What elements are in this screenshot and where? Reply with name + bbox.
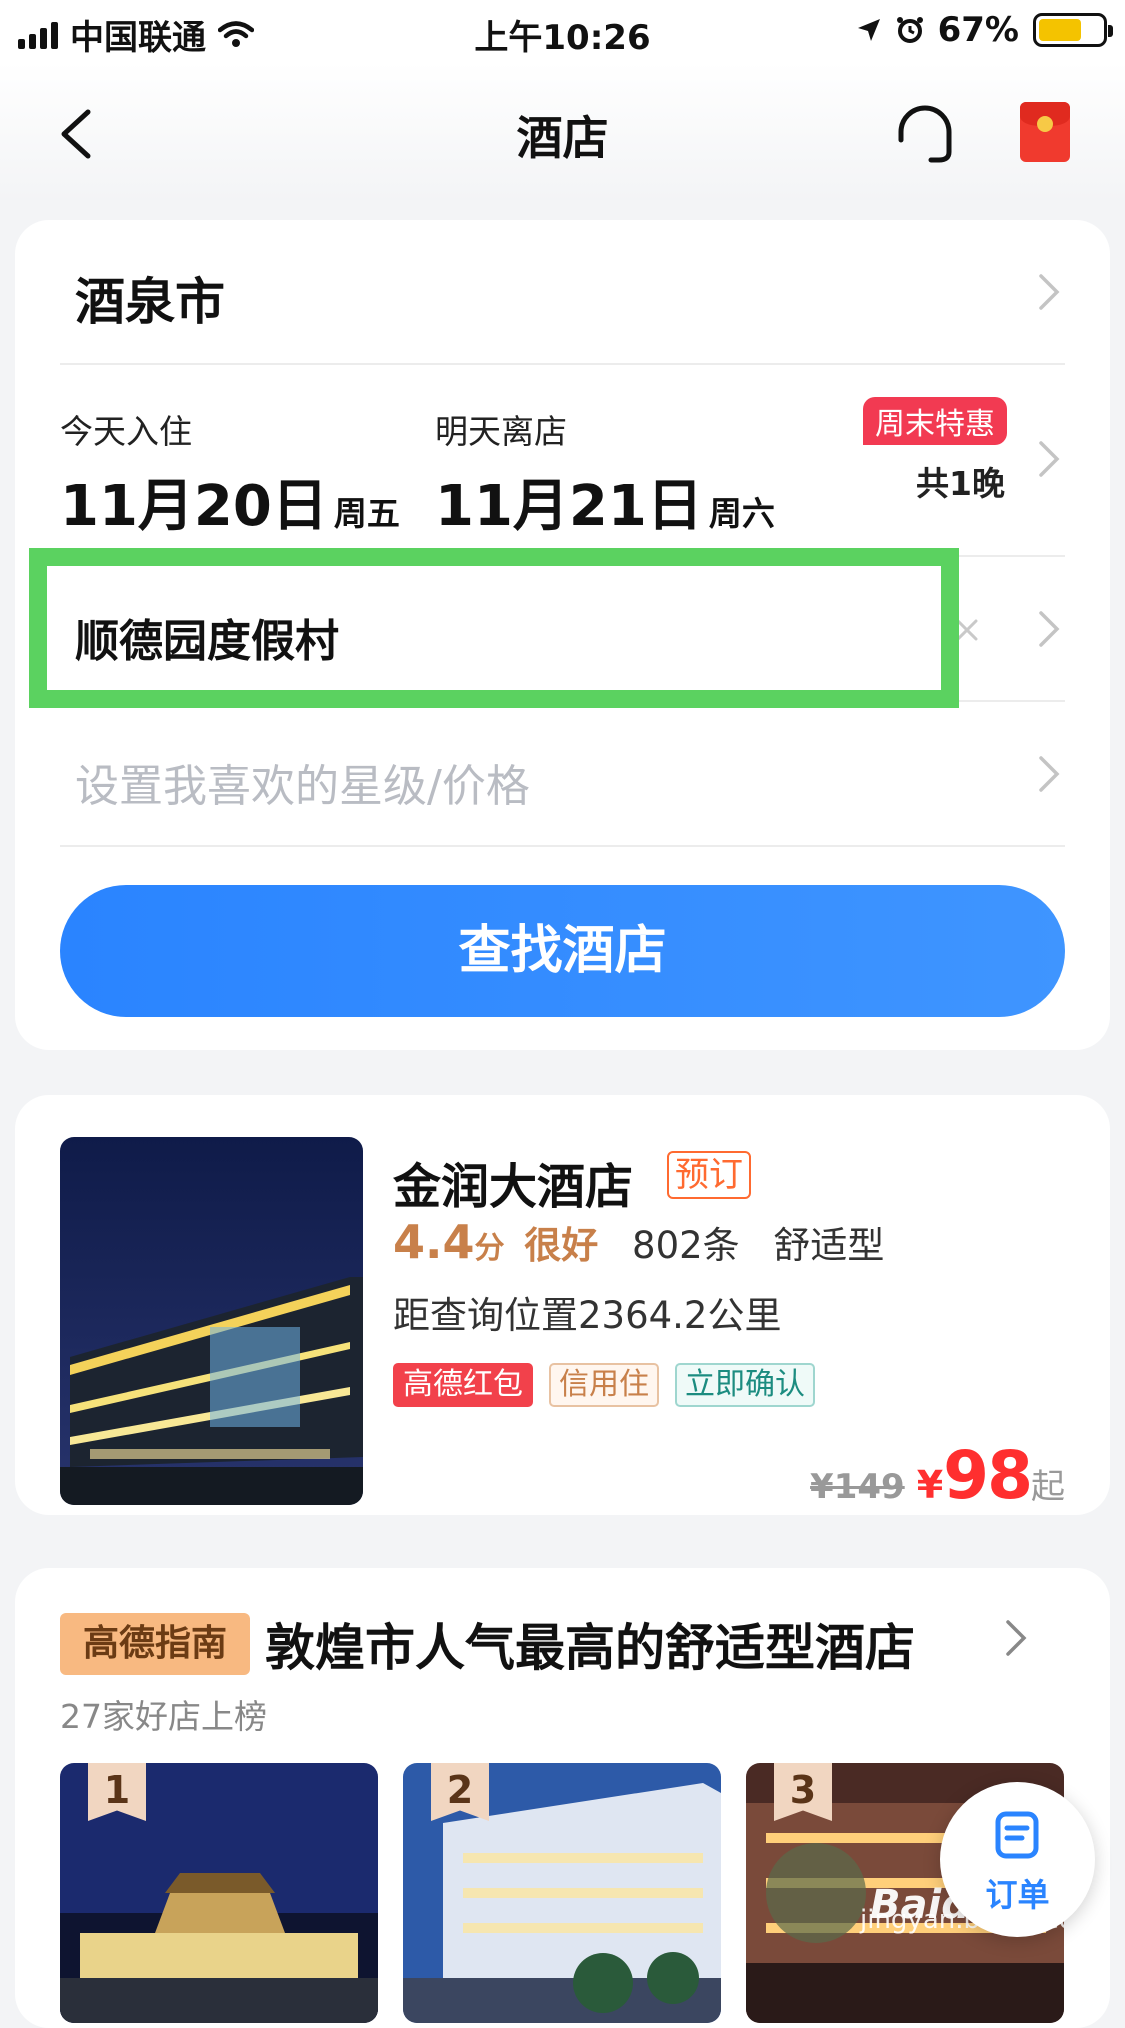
order-icon xyxy=(995,1811,1039,1859)
hotel-name: 金润大酒店 xyxy=(393,1159,634,1215)
chevron-right-icon xyxy=(1039,274,1060,310)
tag-red-packet: 高德红包 xyxy=(393,1363,533,1407)
location-arrow-icon xyxy=(857,19,880,41)
battery-icon xyxy=(1033,13,1113,47)
preference-placeholder: 设置我喜欢的星级/价格 xyxy=(75,761,530,812)
order-button[interactable]: 订单 xyxy=(940,1782,1095,1937)
checkin-label: 今天入住 xyxy=(60,412,192,451)
hotel-distance: 距查询位置2364.2公里 xyxy=(393,1294,782,1337)
highlight-box xyxy=(29,548,959,708)
city-selector[interactable]: 酒泉市 xyxy=(60,220,1065,365)
book-tag: 预订 xyxy=(667,1151,751,1199)
date-selector[interactable]: 今天入住 11月20日 周五 明天离店 11月21日 周六 周末特惠 共1晚 xyxy=(60,365,1065,557)
price-symbol: ¥ xyxy=(916,1463,944,1507)
price-suffix: 起 xyxy=(1031,1467,1065,1507)
ranked-hotel-card[interactable]: 2 xyxy=(403,1763,721,2023)
checkin-block[interactable]: 今天入住 11月20日 周五 xyxy=(60,405,400,542)
chevron-right-icon[interactable] xyxy=(1000,1616,1030,1660)
alarm-icon xyxy=(896,17,923,43)
status-bar: 中国联通 上午10:26 67% xyxy=(0,0,1125,62)
order-label: 订单 xyxy=(985,1876,1050,1914)
checkin-weekday: 周五 xyxy=(333,494,400,533)
rating-line: 4.4分 很好 802条 舒适型 xyxy=(393,1215,884,1269)
chevron-right-icon xyxy=(1039,611,1060,647)
ranked-hotel-card[interactable]: 1 xyxy=(60,1763,378,2023)
nights-count: 共1晚 xyxy=(916,464,1005,503)
red-packet-icon[interactable] xyxy=(1020,102,1070,162)
amap-guide-logo: 高德指南 xyxy=(60,1613,250,1675)
weekend-promo-badge: 周末特惠 xyxy=(863,397,1007,445)
search-hotel-button[interactable]: 查找酒店 xyxy=(60,885,1065,1017)
hotel-photo[interactable] xyxy=(60,1137,363,1505)
preference-selector[interactable]: 设置我喜欢的星级/价格 xyxy=(60,702,1065,847)
rating-word: 很好 xyxy=(524,1224,599,1267)
checkout-weekday: 周六 xyxy=(708,494,775,533)
nav-bar: 酒店 xyxy=(0,62,1125,202)
page-title: 酒店 xyxy=(516,111,609,165)
hotel-tags: 高德红包 信用住 立即确认 xyxy=(393,1363,815,1407)
current-price: 98 xyxy=(943,1437,1033,1514)
guide-title[interactable]: 敦煌市人气最高的舒适型酒店 xyxy=(265,1608,915,1680)
customer-service-icon[interactable] xyxy=(895,102,955,166)
hotel-price: ¥149 ¥98起 xyxy=(810,1437,1065,1514)
checkin-date: 11月20日 周五 xyxy=(60,474,400,539)
hotel-list-item[interactable]: 金润大酒店 预订 4.4分 很好 802条 舒适型 距查询位置2364.2公里 … xyxy=(15,1095,1110,1515)
guide-section: 高德指南 敦煌市人气最高的舒适型酒店 27家好店上榜 1 2 3 xyxy=(15,1568,1110,2028)
checkout-date: 11月21日 周六 xyxy=(435,474,775,539)
battery-percent: 67% xyxy=(937,10,1019,50)
city-name: 酒泉市 xyxy=(75,273,225,331)
hotel-category: 舒适型 xyxy=(773,1224,885,1267)
tag-instant-confirm: 立即确认 xyxy=(675,1363,815,1407)
original-price: ¥149 xyxy=(810,1467,905,1507)
rating-score: 4.4 xyxy=(393,1215,475,1269)
checkout-block[interactable]: 明天离店 11月21日 周六 xyxy=(435,405,775,542)
checkout-label: 明天离店 xyxy=(435,412,567,451)
guide-subtitle: 27家好店上榜 xyxy=(60,1697,267,1736)
tag-credit-stay: 信用住 xyxy=(549,1363,659,1407)
chevron-right-icon xyxy=(1039,441,1060,477)
rating-unit: 分 xyxy=(474,1231,505,1266)
review-count: 802条 xyxy=(632,1224,740,1267)
chevron-right-icon xyxy=(1039,756,1060,792)
